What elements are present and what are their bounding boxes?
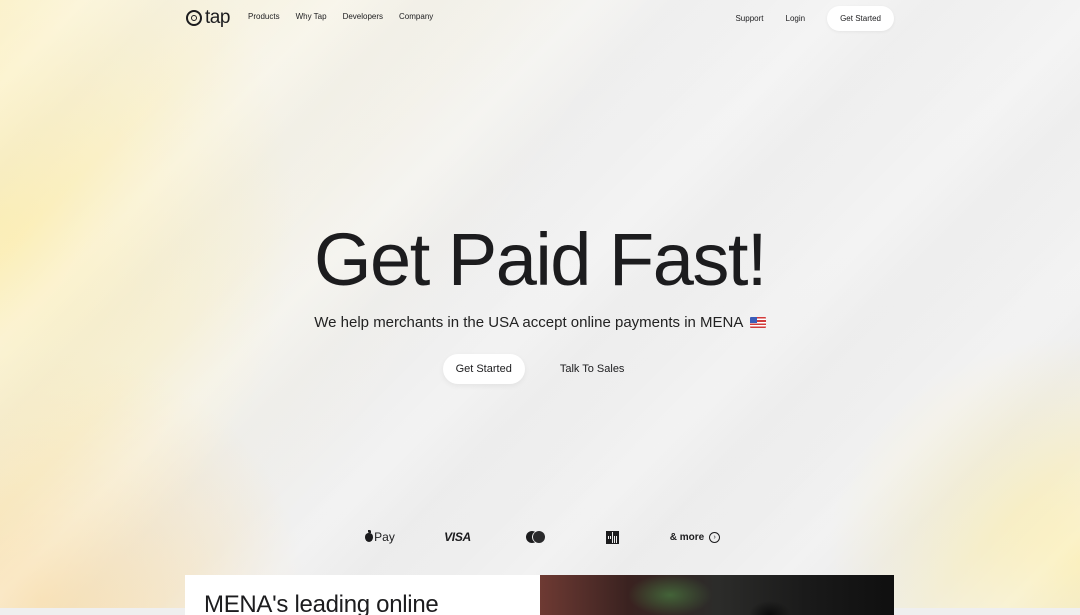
feature-card-image (540, 575, 894, 615)
feature-card-left: MENA's leading online (185, 575, 540, 615)
support-link[interactable]: Support (735, 14, 763, 23)
hero-buttons: Get Started Talk To Sales (0, 354, 1080, 384)
payment-methods: Pay VISA & more › (0, 528, 1080, 546)
tap-logo[interactable]: tap (186, 8, 230, 27)
arrow-right-circle-icon: › (709, 531, 721, 543)
nav-link-company[interactable]: Company (399, 12, 433, 21)
payment-network-logo (565, 528, 660, 546)
top-nav: tap Products Why Tap Developers Company … (0, 0, 1080, 36)
nav-links: Products Why Tap Developers Company (248, 12, 433, 21)
nav-link-why-tap[interactable]: Why Tap (296, 12, 327, 21)
visa-label: VISA (444, 530, 471, 544)
apple-pay-label: Pay (374, 530, 395, 544)
mastercard-icon (525, 531, 545, 543)
background-streaks (0, 0, 1080, 608)
hero-subtitle: We help merchants in the USA accept onli… (314, 314, 743, 331)
hero-get-started-button[interactable]: Get Started (442, 354, 525, 384)
tap-logo-icon (186, 9, 202, 26)
more-label: & more (669, 531, 705, 543)
us-flag-icon (749, 317, 766, 328)
nav-link-developers[interactable]: Developers (343, 12, 383, 21)
payment-network-icon (606, 530, 619, 544)
apple-pay-logo: Pay (350, 528, 410, 546)
mastercard-logo (505, 528, 565, 546)
nav-get-started-button[interactable]: Get Started (827, 6, 894, 31)
talk-to-sales-button[interactable]: Talk To Sales (547, 354, 638, 384)
feature-card-title: MENA's leading online (204, 591, 439, 615)
logo-text: tap (205, 7, 230, 28)
apple-icon (365, 529, 374, 542)
login-link[interactable]: Login (786, 14, 806, 23)
visa-logo: VISA (410, 528, 505, 546)
nav-link-products[interactable]: Products (248, 12, 280, 21)
hero-title: Get Paid Fast! (314, 218, 767, 301)
more-payment-methods-link[interactable]: & more › (660, 528, 730, 546)
nav-right: Support Login Get Started (735, 6, 894, 31)
hero-subtitle-row: We help merchants in the USA accept onli… (0, 314, 1080, 331)
